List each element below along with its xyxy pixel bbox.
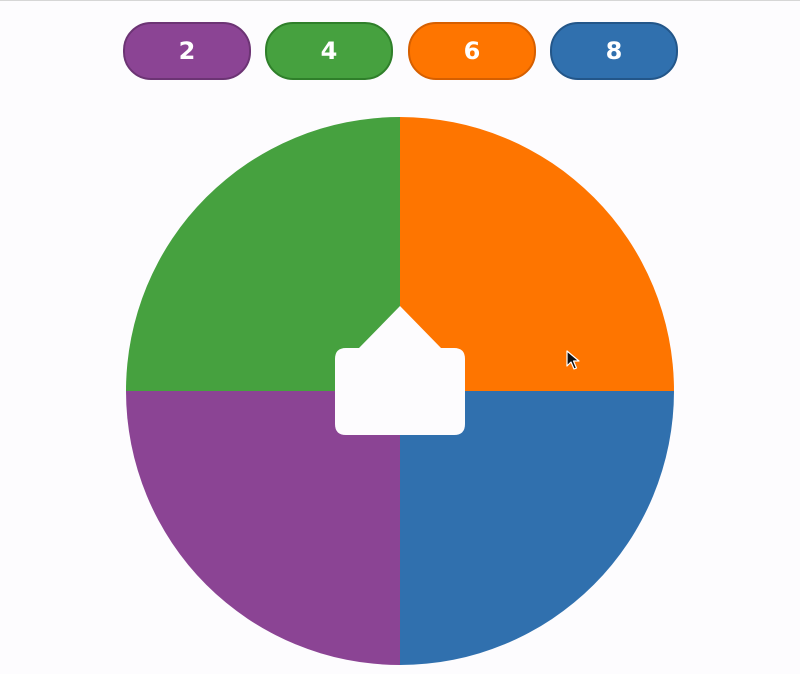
mouse-cursor-icon [566,350,580,370]
spinner-wheel[interactable] [0,0,800,674]
